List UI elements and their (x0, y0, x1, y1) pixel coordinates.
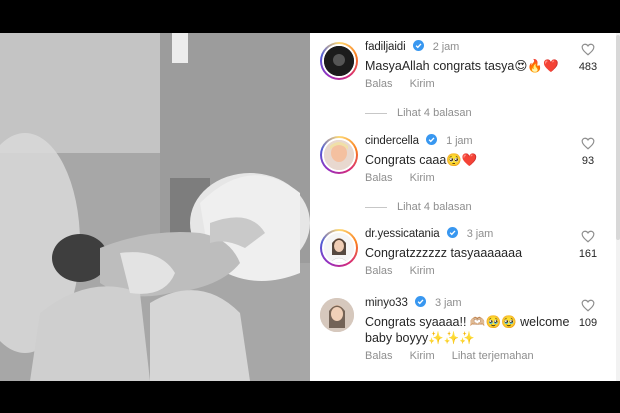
scrollbar[interactable] (616, 33, 620, 381)
send-button[interactable]: Kirim (410, 350, 435, 362)
avatar-image (324, 233, 354, 263)
comments-panel[interactable]: fadiljaidi 2 jam MasyaAllah congrats tas… (310, 33, 620, 381)
comment-actions: Balas Kirim Lihat terjemahan (365, 350, 548, 362)
username[interactable]: minyo33 (365, 297, 408, 309)
like-area: 109 (576, 299, 600, 329)
like-area: 93 (576, 137, 600, 167)
view-replies-label: Lihat 4 balasan (397, 201, 472, 213)
heart-outline-icon[interactable] (581, 137, 595, 150)
username[interactable]: dr.yessicatania (365, 228, 440, 240)
comment-header: dr.yessicatania 3 jam (365, 227, 493, 240)
like-area: 483 (576, 43, 600, 73)
view-replies-button[interactable]: Lihat 4 balasan (365, 201, 472, 213)
divider (365, 112, 387, 114)
comment-actions: Balas Kirim (365, 265, 449, 277)
avatar-image (324, 46, 354, 76)
reply-button[interactable]: Balas (365, 172, 393, 184)
comment-text: MasyaAllah congrats tasya😍🔥❤️ (365, 59, 559, 73)
scrollbar-thumb[interactable] (616, 35, 620, 240)
comment-header: minyo33 3 jam (365, 296, 462, 309)
username[interactable]: fadiljaidi (365, 41, 406, 53)
comment-time: 3 jam (435, 297, 462, 309)
avatar-image (320, 298, 354, 332)
like-count: 161 (578, 248, 598, 260)
comment-text: Congrats syaaaa!! 🫶🏼🥹🥹 welcome baby boyy… (365, 315, 570, 345)
reply-button[interactable]: Balas (365, 350, 393, 362)
comment-text: Congrats caaa🥺❤️ (365, 153, 478, 167)
comment-header: fadiljaidi 2 jam (365, 40, 459, 53)
reply-button[interactable]: Balas (365, 265, 393, 277)
verified-badge-icon (414, 296, 426, 307)
like-count: 93 (581, 155, 595, 167)
send-button[interactable]: Kirim (410, 78, 435, 90)
see-translation-button[interactable]: Lihat terjemahan (452, 350, 534, 362)
heart-outline-icon[interactable] (581, 43, 595, 56)
post-photo (0, 33, 310, 381)
heart-outline-icon[interactable] (581, 230, 595, 243)
send-button[interactable]: Kirim (410, 172, 435, 184)
avatar-image (324, 140, 354, 170)
view-replies-button[interactable]: Lihat 4 balasan (365, 107, 472, 119)
username[interactable]: cindercella (365, 135, 419, 147)
comment-time: 1 jam (446, 135, 473, 147)
comment-actions: Balas Kirim (365, 78, 449, 90)
view-replies-label: Lihat 4 balasan (397, 107, 472, 119)
verified-badge-icon (412, 40, 424, 51)
verified-badge-icon (446, 227, 458, 238)
comment-actions: Balas Kirim (365, 172, 449, 184)
avatar[interactable] (320, 298, 354, 332)
newborn-photo-image (0, 33, 310, 381)
heart-outline-icon[interactable] (581, 299, 595, 312)
comment-header: cindercella 1 jam (365, 134, 473, 147)
like-count: 109 (578, 317, 598, 329)
comment-text: Congratzzzzzz tasyaaaaaaa (365, 246, 523, 260)
avatar[interactable] (320, 229, 358, 267)
verified-badge-icon (425, 134, 437, 145)
like-count: 483 (578, 61, 598, 73)
avatar[interactable] (320, 136, 358, 174)
divider (365, 206, 387, 208)
send-button[interactable]: Kirim (410, 265, 435, 277)
comment-time: 2 jam (432, 41, 460, 53)
like-area: 161 (576, 230, 600, 260)
reply-button[interactable]: Balas (365, 78, 393, 90)
avatar[interactable] (320, 42, 358, 80)
comment-time: 3 jam (466, 228, 494, 240)
